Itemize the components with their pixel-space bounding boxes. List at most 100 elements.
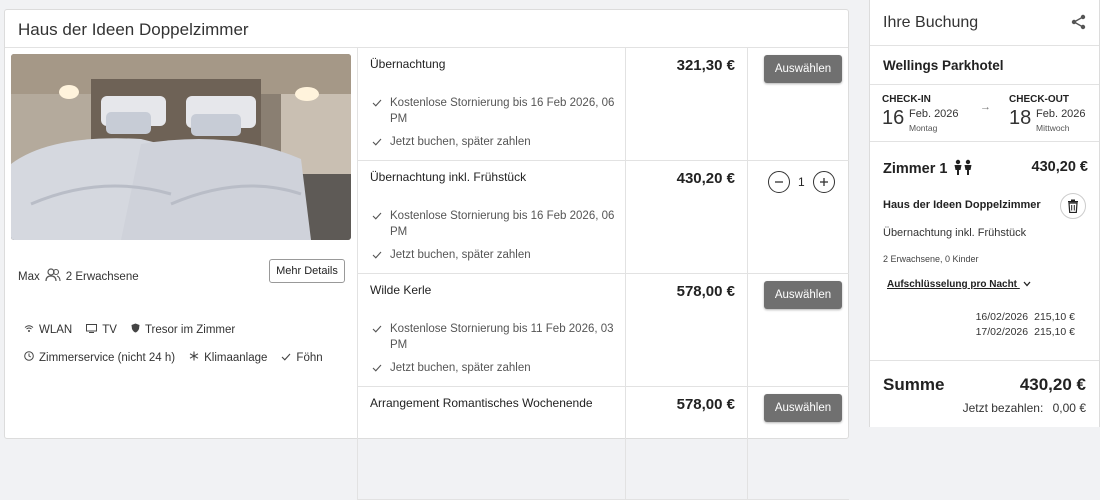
amenity-item: Zimmerservice (nicht 24 h) (24, 351, 175, 364)
share-icon[interactable] (1071, 14, 1086, 31)
condition-item: Kostenlose Stornierung bis 11 Feb 2026, … (372, 321, 622, 353)
arrow-right-icon: → (980, 101, 991, 113)
stay-dates: CHECK-IN 16 Feb. 2026 Montag → CHECK-OUT… (870, 85, 1099, 142)
increment-button[interactable] (812, 171, 835, 193)
rate-price: 430,20 € (625, 161, 748, 274)
wifi-icon (24, 324, 34, 336)
check-icon (372, 208, 382, 240)
condition-text: Jetzt buchen, später zahlen (390, 362, 531, 374)
check-icon (281, 352, 291, 364)
amenity-label: Klimaanlage (204, 351, 268, 364)
nightly-breakdown: 16/02/2026 215,10 € 17/02/2026 215,10 € (930, 311, 1075, 341)
night-price: 215,10 € (1034, 326, 1075, 338)
rate-price: 578,00 € (625, 387, 748, 500)
quantity-value: 1 (798, 175, 805, 189)
condition-text: Kostenlose Stornierung bis 16 Feb 2026, … (390, 210, 615, 238)
rates-list: Übernachtung Kostenlose Stornierung bis … (357, 48, 849, 500)
check-icon (372, 247, 382, 268)
amenity-item: Föhn (281, 351, 323, 364)
select-rate-button[interactable]: Auswählen (764, 281, 842, 309)
booking-title: Ihre Buchung (883, 14, 979, 31)
sum-row: Summe 430,20 € (883, 375, 1086, 395)
amenity-item: Tresor im Zimmer (131, 323, 235, 336)
condition-item: Kostenlose Stornierung bis 16 Feb 2026, … (372, 208, 622, 240)
decrement-button[interactable] (768, 171, 790, 193)
booking-sidebar: Ihre Buchung Wellings Parkhotel CHECK-IN… (869, 0, 1100, 427)
checkin-month: Feb. 2026 (909, 108, 959, 120)
condition-item: Kostenlose Stornierung bis 16 Feb 2026, … (372, 95, 622, 127)
check-icon (372, 321, 382, 353)
condition-text: Kostenlose Stornierung bis 11 Feb 2026, … (390, 323, 614, 351)
tv-icon (86, 323, 98, 336)
occupancy-max: Max (18, 270, 40, 283)
nightly-breakdown-toggle[interactable]: Aufschlüsselung pro Nacht (887, 279, 1031, 290)
chevron-down-icon (1023, 279, 1031, 290)
room-label: Zimmer 1 (883, 161, 948, 177)
checkout-month: Feb. 2026 (1036, 108, 1086, 120)
checkout-weekday: Mittwoch (1036, 123, 1070, 133)
plus-icon (819, 178, 828, 186)
check-icon (372, 134, 382, 155)
night-date: 16/02/2026 (975, 311, 1029, 323)
rate-price: 578,00 € (625, 274, 748, 387)
room-info: Max 2 Erwachsene Mehr Details WLAN TV Tr… (5, 48, 357, 440)
room-summary: Zimmer 1 430,20 € (883, 159, 1088, 179)
rate-conditions: Kostenlose Stornierung bis 16 Feb 2026, … (372, 208, 622, 275)
amenity-item: WLAN (24, 323, 72, 336)
amenity-label: Tresor im Zimmer (144, 323, 236, 336)
room-card: Haus der Ideen Doppelzimmer Max 2 Erwach… (4, 9, 849, 500)
booked-guests: 2 Erwachsene, 0 Kinder (883, 254, 979, 264)
persons-icon (952, 159, 974, 179)
booking-header: Ihre Buchung (870, 0, 1099, 46)
rate-row: Übernachtung Kostenlose Stornierung bis … (357, 48, 849, 161)
amenity-item: Klimaanlage (189, 351, 267, 364)
room-photo[interactable] (11, 54, 351, 240)
select-rate-button[interactable]: Auswählen (764, 55, 842, 83)
amenity-label: Föhn (296, 351, 323, 364)
condition-text: Jetzt buchen, später zahlen (390, 136, 531, 148)
rate-name: Arrangement Romantisches Wochenende (370, 396, 593, 410)
shield-icon (131, 323, 140, 336)
checkin-day: 16 (882, 107, 905, 129)
minus-icon (775, 181, 783, 183)
night-row: 17/02/2026 215,10 € (930, 326, 1075, 338)
checkout-label: CHECK-OUT (1009, 94, 1069, 105)
booked-rate-name: Übernachtung inkl. Frühstück (883, 227, 1027, 239)
remove-room-button[interactable] (1060, 193, 1086, 219)
amenities-row: Zimmerservice (nicht 24 h) Klimaanlage F… (24, 351, 354, 364)
pay-now-value: 0,00 € (1052, 401, 1086, 415)
room-label-wrap: Zimmer 1 (883, 159, 974, 179)
booking-total: Summe 430,20 € Jetzt bezahlen: 0,00 € (870, 360, 1099, 415)
select-rate-button[interactable]: Auswählen (764, 394, 842, 422)
check-icon (372, 360, 382, 381)
trash-icon (1068, 199, 1078, 213)
checkin-label: CHECK-IN (882, 94, 931, 105)
amenity-item: TV (86, 323, 117, 336)
amenity-label: Zimmerservice (nicht 24 h) (39, 351, 176, 364)
sum-value: 430,20 € (1019, 375, 1086, 394)
more-details-button[interactable]: Mehr Details (269, 259, 345, 283)
condition-text: Kostenlose Stornierung bis 16 Feb 2026, … (390, 97, 615, 125)
rate-name: Übernachtung (370, 57, 446, 71)
rate-row: Wilde Kerle Kostenlose Stornierung bis 1… (357, 274, 849, 387)
rate-name: Wilde Kerle (370, 283, 432, 297)
pay-now: Jetzt bezahlen: 0,00 € (883, 401, 1086, 415)
guests-icon (45, 268, 61, 285)
occupancy-guests: 2 Erwachsene (65, 270, 139, 283)
breakdown-label: Aufschlüsselung pro Nacht (887, 279, 1018, 290)
clock-icon (24, 351, 34, 364)
rate-conditions: Kostenlose Stornierung bis 11 Feb 2026, … (372, 321, 622, 388)
rate-price: 321,30 € (625, 48, 748, 161)
hotel-name: Wellings Parkhotel (870, 46, 1099, 85)
check-icon (372, 95, 382, 127)
booked-room-name: Haus der Ideen Doppelzimmer (883, 199, 1041, 211)
rate-row: Übernachtung inkl. Frühstück Kostenlose … (357, 161, 849, 274)
amenity-label: TV (102, 323, 117, 336)
night-date: 17/02/2026 (975, 326, 1029, 338)
amenities-list: WLAN TV Tresor im Zimmer Zimmerservice (… (24, 323, 354, 379)
room-price: 430,20 € (1031, 159, 1088, 175)
condition-item: Jetzt buchen, später zahlen (372, 247, 622, 268)
rate-conditions: Kostenlose Stornierung bis 16 Feb 2026, … (372, 95, 622, 162)
rate-row: Arrangement Romantisches Wochenende 578,… (357, 387, 849, 500)
amenity-label: WLAN (39, 323, 73, 336)
